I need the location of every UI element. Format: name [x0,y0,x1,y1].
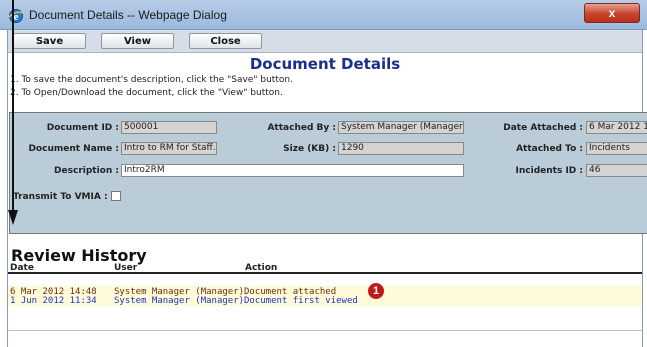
down-arrow-icon [8,0,18,225]
pointer-arrow-overlay [8,0,18,225]
